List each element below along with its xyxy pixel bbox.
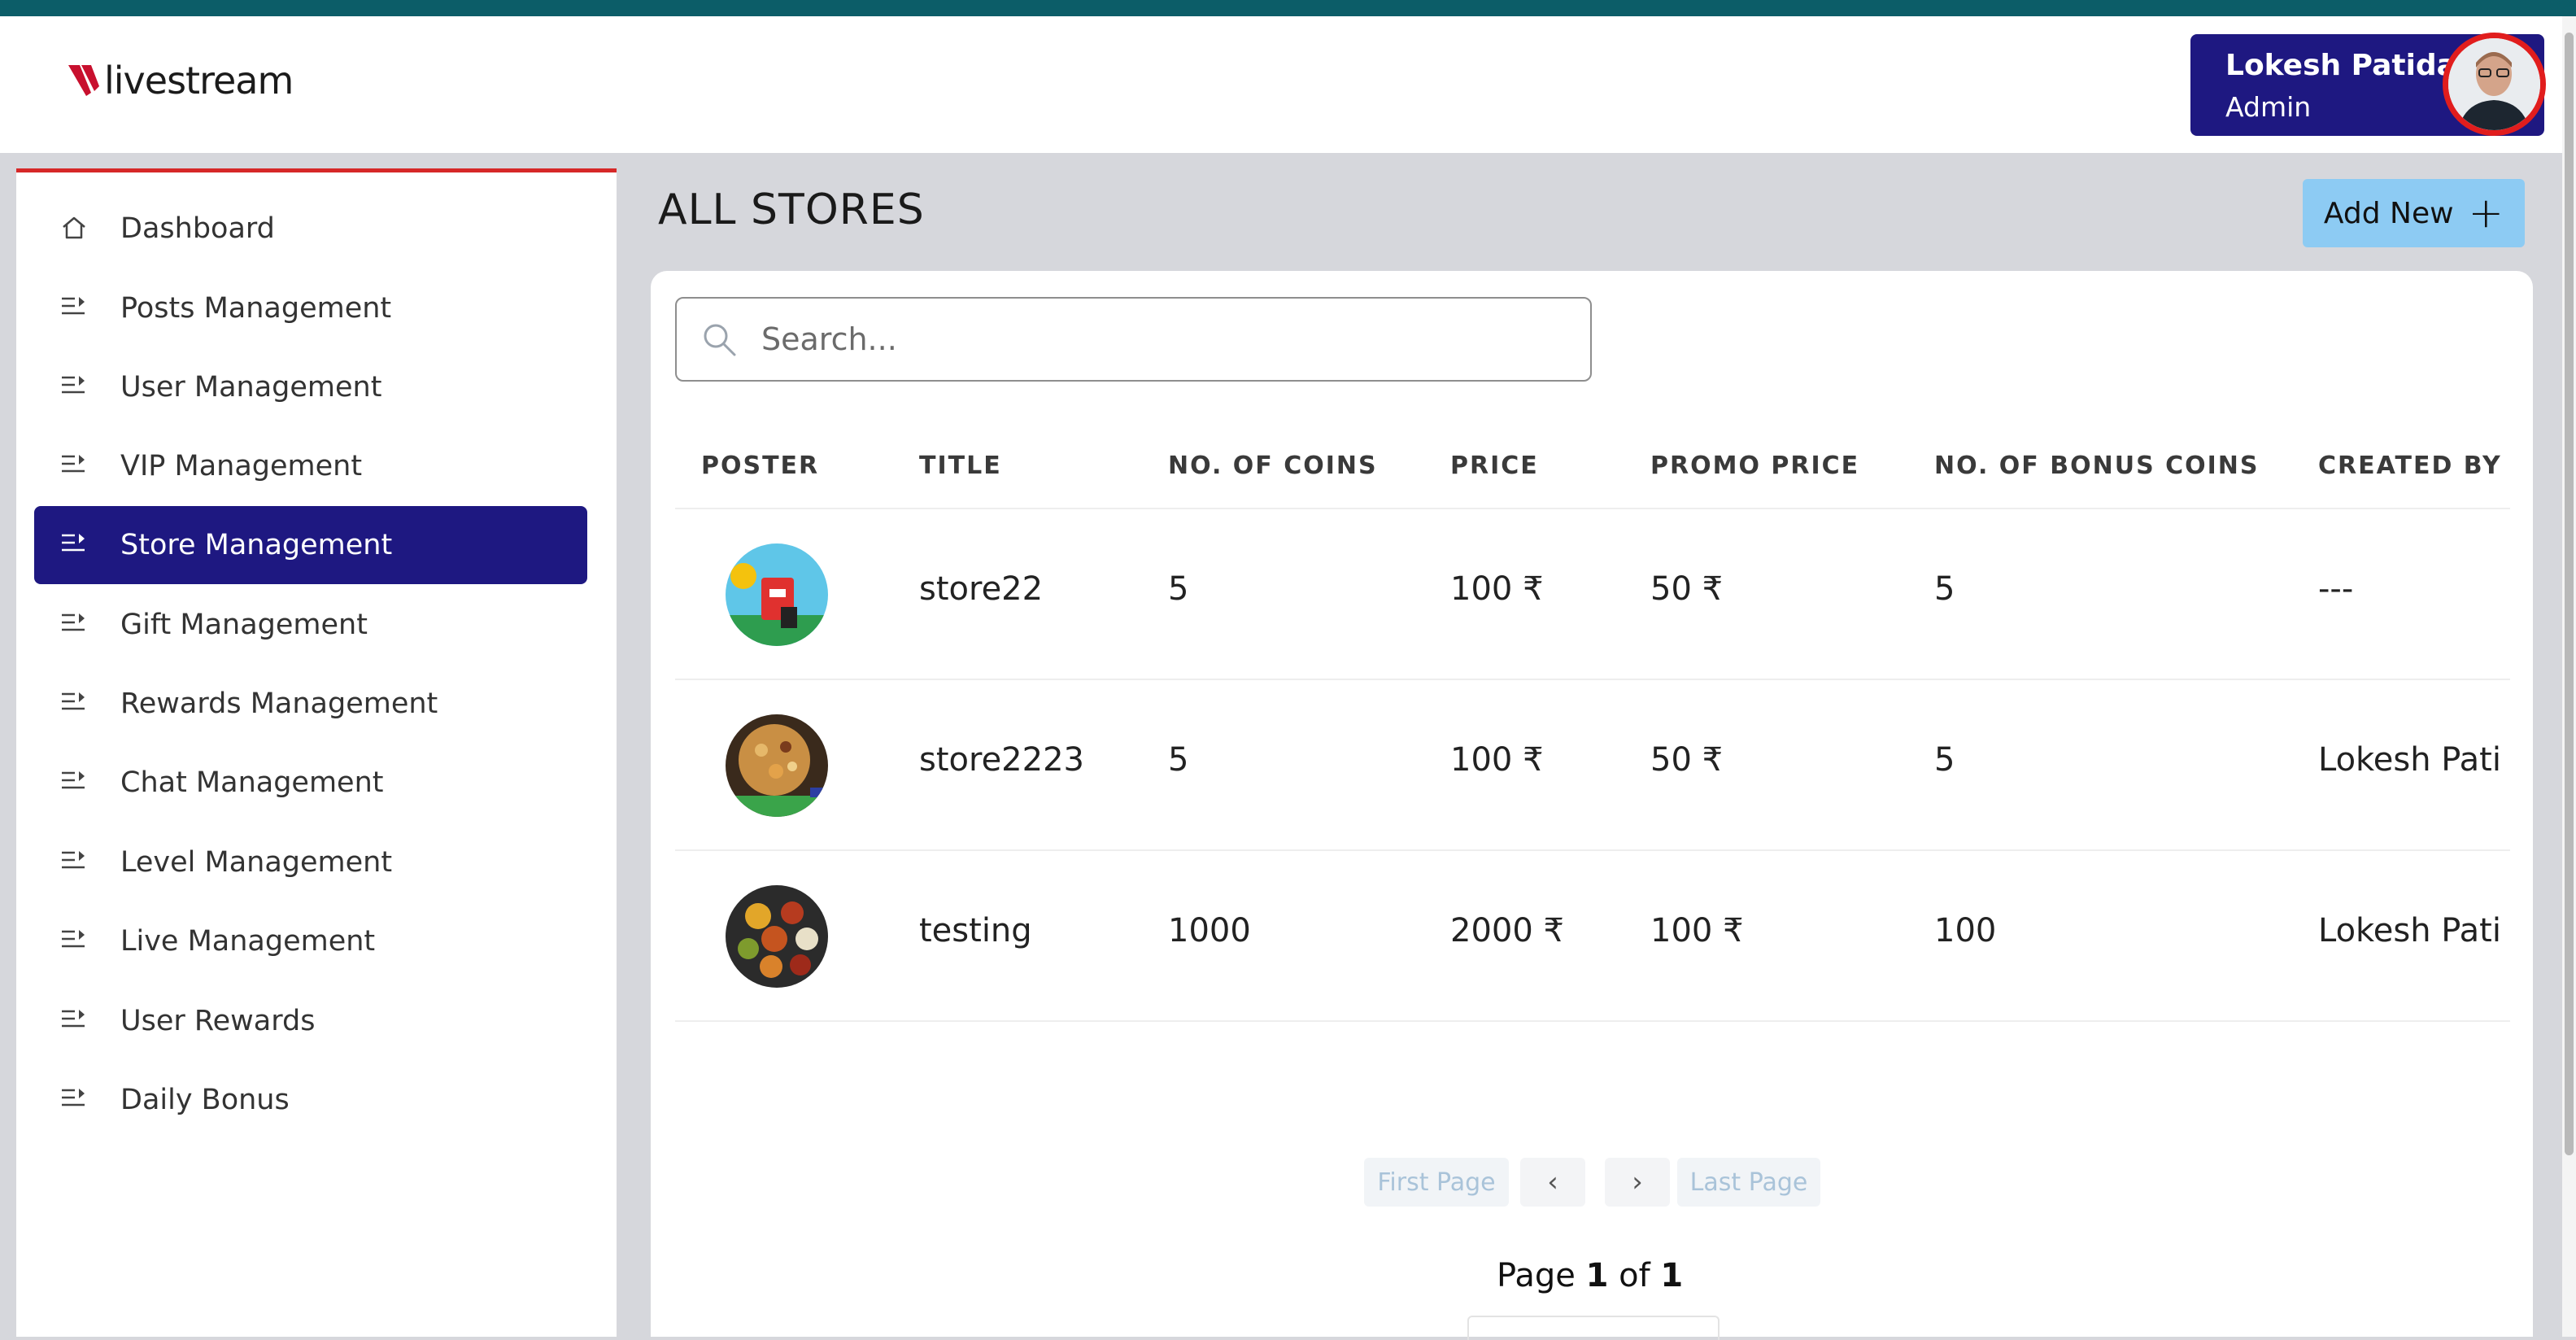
sidebar-item-label: Store Management (120, 529, 393, 561)
cell-coins: 5 (1168, 570, 1189, 608)
cell-promo: 50 ₹ (1650, 570, 1724, 608)
list-arrow-icon (62, 534, 85, 552)
cell-bonus: 5 (1934, 741, 1955, 779)
column-header[interactable]: NO. OF COINS (1168, 452, 1378, 480)
next-page-button[interactable]: › (1605, 1158, 1670, 1207)
avatar[interactable] (2443, 33, 2546, 136)
page-title: ALL STORES (658, 186, 925, 234)
sidebar-item-user-management[interactable]: User Management (34, 348, 587, 426)
cell-bonus: 100 (1934, 912, 1997, 949)
user-profile-card[interactable]: Lokesh Patidar Admin (2190, 33, 2546, 136)
sidebar-item-gift-management[interactable]: Gift Management (34, 586, 587, 664)
column-header[interactable]: TITLE (919, 452, 1002, 480)
cell-created-by: Lokesh Pati (2318, 912, 2501, 949)
list-arrow-icon (62, 455, 85, 473)
sidebar-item-label: Daily Bonus (120, 1084, 290, 1116)
food-poster-image (726, 714, 828, 817)
column-header[interactable]: NO. OF BONUS COINS (1934, 452, 2260, 480)
list-arrow-icon (62, 930, 85, 948)
cell-promo: 50 ₹ (1650, 741, 1724, 779)
sidebar-item-label: Dashboard (120, 212, 275, 245)
column-header[interactable]: PRICE (1450, 452, 1539, 480)
list-arrow-icon (62, 771, 85, 789)
cell-coins: 1000 (1168, 912, 1251, 949)
plus-icon: + (2468, 189, 2504, 238)
logo[interactable]: livestream (67, 59, 294, 103)
add-new-button[interactable]: Add New + (2303, 179, 2525, 247)
user-role: Admin (2225, 91, 2312, 123)
sidebar-item-chat-management[interactable]: Chat Management (34, 744, 587, 822)
sidebar-item-posts-management[interactable]: Posts Management (34, 269, 587, 347)
sidebar-item-label: Level Management (120, 846, 393, 879)
page-word: Page (1497, 1257, 1576, 1294)
logo-text: livestream (104, 59, 294, 103)
cell-title: testing (919, 912, 1032, 949)
list-arrow-icon (62, 1010, 85, 1028)
list-arrow-icon (62, 692, 85, 710)
sidebar-item-label: Chat Management (120, 766, 384, 799)
column-header[interactable]: POSTER (701, 452, 819, 480)
list-arrow-icon (62, 613, 85, 631)
scrollbar-thumb[interactable] (2565, 33, 2574, 1155)
top-strip (0, 0, 2576, 16)
of-word: of (1619, 1257, 1650, 1294)
cell-title: store22 (919, 570, 1044, 608)
list-arrow-icon (62, 1089, 85, 1106)
sidebar-item-daily-bonus[interactable]: Daily Bonus (34, 1061, 587, 1139)
sidebar-item-label: User Rewards (120, 1005, 316, 1037)
cell-created-by: Lokesh Pati (2318, 741, 2501, 779)
header: livestream Lokesh Patidar Admin (0, 16, 2576, 153)
table-row[interactable]: store2223 5 100 ₹50 ₹5 Lokesh Pati (675, 680, 2510, 851)
store-poster-image (726, 543, 828, 646)
stores-panel: POSTER TITLE NO. OF COINS PRICE PROMO PRICE N… (651, 271, 2533, 1340)
user-name: Lokesh Patidar (2225, 49, 2471, 82)
sidebar-item-label: Live Management (120, 925, 376, 958)
current-page: 1 (1585, 1257, 1609, 1294)
sidebar-item-store-management[interactable]: Store Management (34, 506, 587, 584)
spices-poster-image (726, 885, 828, 988)
sidebar-item-rewards-management[interactable]: Rewards Management (34, 665, 587, 743)
cell-created-by: --- (2318, 570, 2354, 608)
list-arrow-icon (62, 376, 85, 394)
sidebar-item-user-rewards[interactable]: User Rewards (34, 982, 587, 1060)
search-input[interactable] (761, 315, 1558, 364)
sidebar-item-vip-management[interactable]: VIP Management (34, 427, 587, 505)
list-arrow-icon (62, 297, 85, 315)
sidebar-item-level-management[interactable]: Level Management (34, 823, 587, 901)
avatar-image (2448, 38, 2540, 130)
sidebar-item-label: Posts Management (120, 292, 392, 325)
sidebar-item-label: User Management (120, 371, 382, 404)
sidebar-item-label: Gift Management (120, 609, 368, 641)
prev-page-button[interactable]: ‹ (1520, 1158, 1585, 1207)
list-arrow-icon (62, 851, 85, 869)
column-header[interactable]: PROMO PRICE (1650, 452, 1859, 480)
home-icon (63, 216, 85, 239)
last-page-button[interactable]: Last Page (1677, 1158, 1820, 1207)
sidebar-item-label: VIP Management (120, 450, 363, 482)
cell-coins: 5 (1168, 741, 1189, 779)
cell-promo: 100 ₹ (1650, 912, 1744, 949)
cell-bonus: 5 (1934, 570, 1955, 608)
table-row[interactable]: store22 5 100 ₹50 ₹5 --- (675, 509, 2510, 680)
add-new-label: Add New (2323, 196, 2454, 230)
cell-title: store2223 (919, 741, 1084, 779)
total-pages: 1 (1660, 1257, 1684, 1294)
column-header[interactable]: CREATED BY (2318, 452, 2502, 480)
sidebar-item-dashboard[interactable]: Dashboard (34, 190, 587, 268)
search-icon (704, 324, 736, 356)
sidebar-item-label: Rewards Management (120, 687, 438, 720)
sidebar: Dashboard Posts Management User Management… (16, 168, 617, 1337)
table-row[interactable]: testing 1000 2000 ₹100 ₹100 Lokesh Pati (675, 851, 2510, 1022)
logo-mark-icon (68, 65, 99, 96)
page-indicator: Page 1 of 1 (1497, 1257, 1683, 1294)
first-page-button[interactable]: First Page (1364, 1158, 1509, 1207)
search-box[interactable] (675, 297, 1592, 382)
sidebar-item-live-management[interactable]: Live Management (34, 902, 587, 980)
